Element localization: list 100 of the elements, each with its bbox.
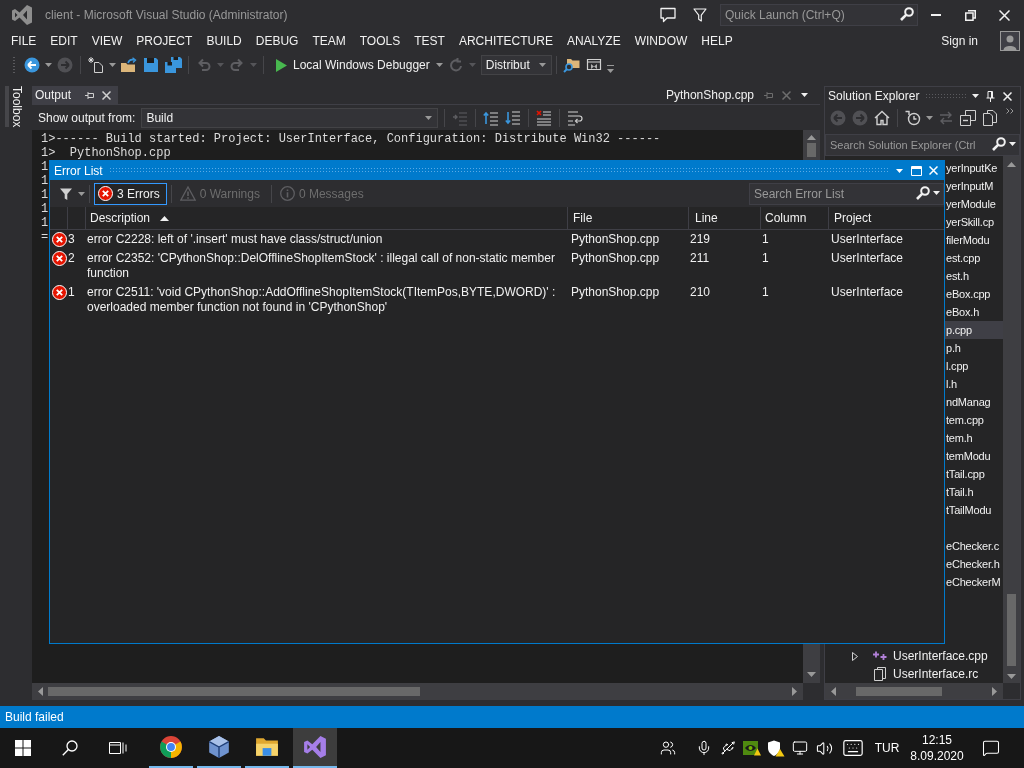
tree-item[interactable]: yerInputM bbox=[945, 177, 1003, 195]
toolbox-tab[interactable]: Toolbox bbox=[5, 86, 27, 128]
tree-item[interactable]: yerModule bbox=[945, 195, 1003, 213]
tree-item[interactable]: temModu bbox=[945, 447, 1003, 465]
scroll-right-arrow-icon[interactable] bbox=[792, 687, 797, 696]
tree-item[interactable]: eCheckerM bbox=[945, 573, 1003, 591]
documents-icon[interactable] bbox=[982, 109, 998, 126]
stacked-squares-icon[interactable] bbox=[960, 109, 976, 126]
scroll-right-arrow-icon[interactable] bbox=[992, 686, 997, 696]
tree-item[interactable]: tem.h bbox=[945, 429, 1003, 447]
usb-icon[interactable] bbox=[720, 740, 736, 756]
caret-icon[interactable] bbox=[45, 63, 52, 67]
taskbar-button[interactable] bbox=[293, 728, 337, 768]
tree-item[interactable]: UserInterface.cpp bbox=[825, 647, 1003, 665]
eye-warning-icon[interactable] bbox=[743, 740, 761, 756]
menu-item[interactable]: TOOLS bbox=[352, 30, 408, 52]
expand-triangle-icon[interactable] bbox=[852, 651, 858, 661]
scroll-down-arrow-icon[interactable] bbox=[1007, 674, 1016, 679]
search-field[interactable]: Search Solution Explorer (Ctrl bbox=[825, 134, 1020, 156]
tree-item[interactable]: l.cpp bbox=[945, 357, 1003, 375]
house-icon[interactable] bbox=[874, 109, 890, 126]
tree-item[interactable]: eBox.h bbox=[945, 303, 1003, 321]
menu-item[interactable]: TEST bbox=[407, 30, 452, 52]
tree-item[interactable]: tem.cpp bbox=[945, 411, 1003, 429]
funnel-icon[interactable] bbox=[693, 8, 707, 22]
tree-item[interactable]: yerInputKe bbox=[945, 159, 1003, 177]
scroll-left-arrow-icon[interactable] bbox=[831, 686, 836, 696]
shield-warning-icon[interactable] bbox=[767, 739, 785, 757]
word-wrap-icon[interactable] bbox=[567, 109, 584, 126]
menu-item[interactable]: HELP bbox=[694, 30, 740, 52]
tree-item[interactable]: est.h bbox=[945, 267, 1003, 285]
column-header[interactable]: Description bbox=[86, 207, 568, 229]
menu-item[interactable]: DEBUG bbox=[248, 30, 306, 52]
start-logo-icon[interactable] bbox=[15, 740, 31, 756]
toolbar-grip[interactable] bbox=[12, 56, 16, 74]
clock[interactable]: 12:15 8.09.2020 bbox=[908, 732, 966, 764]
tree-item[interactable]: tTail.h bbox=[945, 483, 1003, 501]
menu-item[interactable]: ARCHITECTURE bbox=[451, 30, 560, 52]
configuration-dropdown[interactable]: Distribut bbox=[480, 55, 552, 75]
search-icon[interactable] bbox=[916, 185, 930, 200]
scroll-down-arrow-icon[interactable] bbox=[807, 672, 816, 677]
caret-icon[interactable] bbox=[801, 93, 808, 97]
menu-item[interactable]: ANALYZE bbox=[559, 30, 628, 52]
horizontal-scrollbar[interactable] bbox=[32, 683, 803, 700]
new-document-icon[interactable] bbox=[88, 57, 104, 73]
scroll-up-arrow-icon[interactable] bbox=[807, 135, 816, 140]
lines-arrow-up-icon[interactable] bbox=[483, 109, 500, 126]
microphone-icon[interactable] bbox=[696, 740, 712, 756]
search-field[interactable]: Search Error List bbox=[749, 182, 944, 205]
tree-item[interactable]: tTailModu bbox=[945, 501, 1003, 519]
quick-launch-field[interactable]: Quick Launch (Ctrl+Q) bbox=[720, 4, 918, 26]
caret-icon[interactable] bbox=[78, 191, 85, 196]
overflow-icon[interactable] bbox=[607, 65, 615, 73]
speaker-icon[interactable] bbox=[815, 739, 833, 757]
tree-item[interactable]: eChecker.h bbox=[945, 555, 1003, 573]
lines-cross-icon[interactable] bbox=[536, 109, 553, 126]
column-header[interactable]: Project bbox=[829, 207, 944, 229]
menu-item[interactable]: WINDOW bbox=[627, 30, 695, 52]
run-button[interactable]: Local Windows Debugger bbox=[268, 54, 434, 76]
scrollbar-thumb[interactable] bbox=[48, 687, 420, 696]
menu-item[interactable]: TEAM bbox=[305, 30, 353, 52]
column-header[interactable]: Line bbox=[689, 207, 761, 229]
people-icon[interactable] bbox=[660, 740, 676, 756]
tree-item[interactable]: p.h bbox=[945, 339, 1003, 357]
caret-icon[interactable] bbox=[1009, 142, 1016, 146]
scrollbar-thumb[interactable] bbox=[856, 686, 942, 696]
language-indicator[interactable]: TUR bbox=[872, 739, 902, 757]
search-icon[interactable] bbox=[992, 137, 1006, 151]
notification-icon[interactable] bbox=[982, 739, 1000, 757]
tree-item[interactable]: eChecker.c bbox=[945, 537, 1003, 555]
tree-item[interactable]: ndManag bbox=[945, 393, 1003, 411]
filter-toggle[interactable]: 3 Errors bbox=[94, 182, 167, 205]
search-icon[interactable] bbox=[62, 740, 78, 756]
search-icon[interactable] bbox=[900, 7, 914, 21]
keyboard-icon[interactable] bbox=[842, 737, 864, 759]
tree-item[interactable]: p.cpp bbox=[945, 321, 1003, 339]
tree-item[interactable]: eBox.cpp bbox=[945, 285, 1003, 303]
tree-item[interactable]: yerSkill.cp bbox=[945, 213, 1003, 231]
task-view-icon[interactable] bbox=[109, 740, 127, 756]
output-source-dropdown[interactable]: Build bbox=[141, 107, 439, 128]
scrollbar-thumb[interactable] bbox=[807, 143, 816, 157]
caret-icon[interactable] bbox=[435, 63, 443, 67]
menu-item[interactable]: PROJECT bbox=[129, 30, 200, 52]
caret-icon[interactable] bbox=[972, 94, 979, 98]
tree-item[interactable]: tTail.cpp bbox=[945, 465, 1003, 483]
funnel-icon[interactable] bbox=[60, 187, 72, 200]
menu-item[interactable]: BUILD bbox=[199, 30, 249, 52]
menu-item[interactable]: VIEW bbox=[84, 30, 130, 52]
folder-icon[interactable] bbox=[120, 57, 138, 73]
tree-item[interactable]: UserInterface.rc bbox=[825, 665, 1003, 683]
window-icon[interactable] bbox=[585, 57, 602, 73]
column-header[interactable]: File bbox=[568, 207, 689, 229]
caret-icon[interactable] bbox=[109, 63, 116, 67]
scrollbar-thumb[interactable] bbox=[1007, 594, 1016, 666]
maximize-icon[interactable] bbox=[911, 165, 922, 176]
arrow-left-circle-icon[interactable] bbox=[24, 57, 40, 73]
folder-magnifier-icon[interactable] bbox=[563, 57, 581, 73]
caret-icon[interactable] bbox=[933, 190, 940, 195]
restore-icon[interactable] bbox=[964, 9, 976, 21]
horizontal-scrollbar[interactable] bbox=[825, 683, 1003, 699]
